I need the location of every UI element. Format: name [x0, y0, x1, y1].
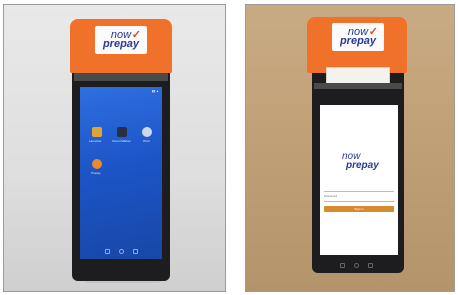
password-field[interactable]: [324, 183, 394, 192]
check-mark-icon: ✓: [368, 26, 378, 38]
printer-head: now prepay ✓: [307, 17, 407, 73]
recents-nav-icon[interactable]: [133, 249, 138, 254]
brand-label: now prepay ✓: [95, 26, 147, 54]
back-nav-icon[interactable]: [105, 249, 110, 254]
back-nav-icon[interactable]: [340, 263, 345, 268]
check-mark-icon: ✓: [131, 29, 141, 41]
prepay-icon[interactable]: [92, 159, 102, 169]
app-label: Launcher: [89, 139, 102, 143]
recents-nav-icon[interactable]: [368, 263, 373, 268]
status-bar-icons: ▮▮ ▲: [151, 89, 159, 93]
app-label: Sunmi Market: [112, 139, 131, 143]
paper-slot: [74, 73, 168, 81]
sign-in-label: Sign in: [354, 207, 364, 211]
app-label: Prepay: [91, 171, 101, 175]
home-screen: ▮▮ ▲ Launcher Sunmi Market Wi-Fi Prepay: [80, 87, 162, 259]
printer-head: now prepay ✓: [70, 19, 172, 73]
sign-in-button[interactable]: Sign in: [324, 206, 394, 212]
password-input[interactable]: [324, 195, 394, 202]
login-screen: now prepay Password Sign in: [320, 105, 398, 255]
brand-label: now prepay ✓: [332, 23, 384, 51]
home-nav-icon[interactable]: [354, 263, 359, 268]
login-logo-prepay: prepay: [346, 160, 379, 171]
paper-slot: [314, 83, 402, 89]
home-nav-icon[interactable]: [119, 249, 124, 254]
settings-icon[interactable]: [142, 127, 152, 137]
folder-icon[interactable]: [92, 127, 102, 137]
store-icon[interactable]: [117, 127, 127, 137]
device-photo-home-screen: now prepay ✓ ▮▮ ▲ Launcher Sunmi Market …: [3, 4, 226, 292]
app-label: Wi-Fi: [143, 139, 150, 143]
device-photo-login-screen: now prepay ✓ now prepay Password Sign in: [245, 4, 455, 292]
